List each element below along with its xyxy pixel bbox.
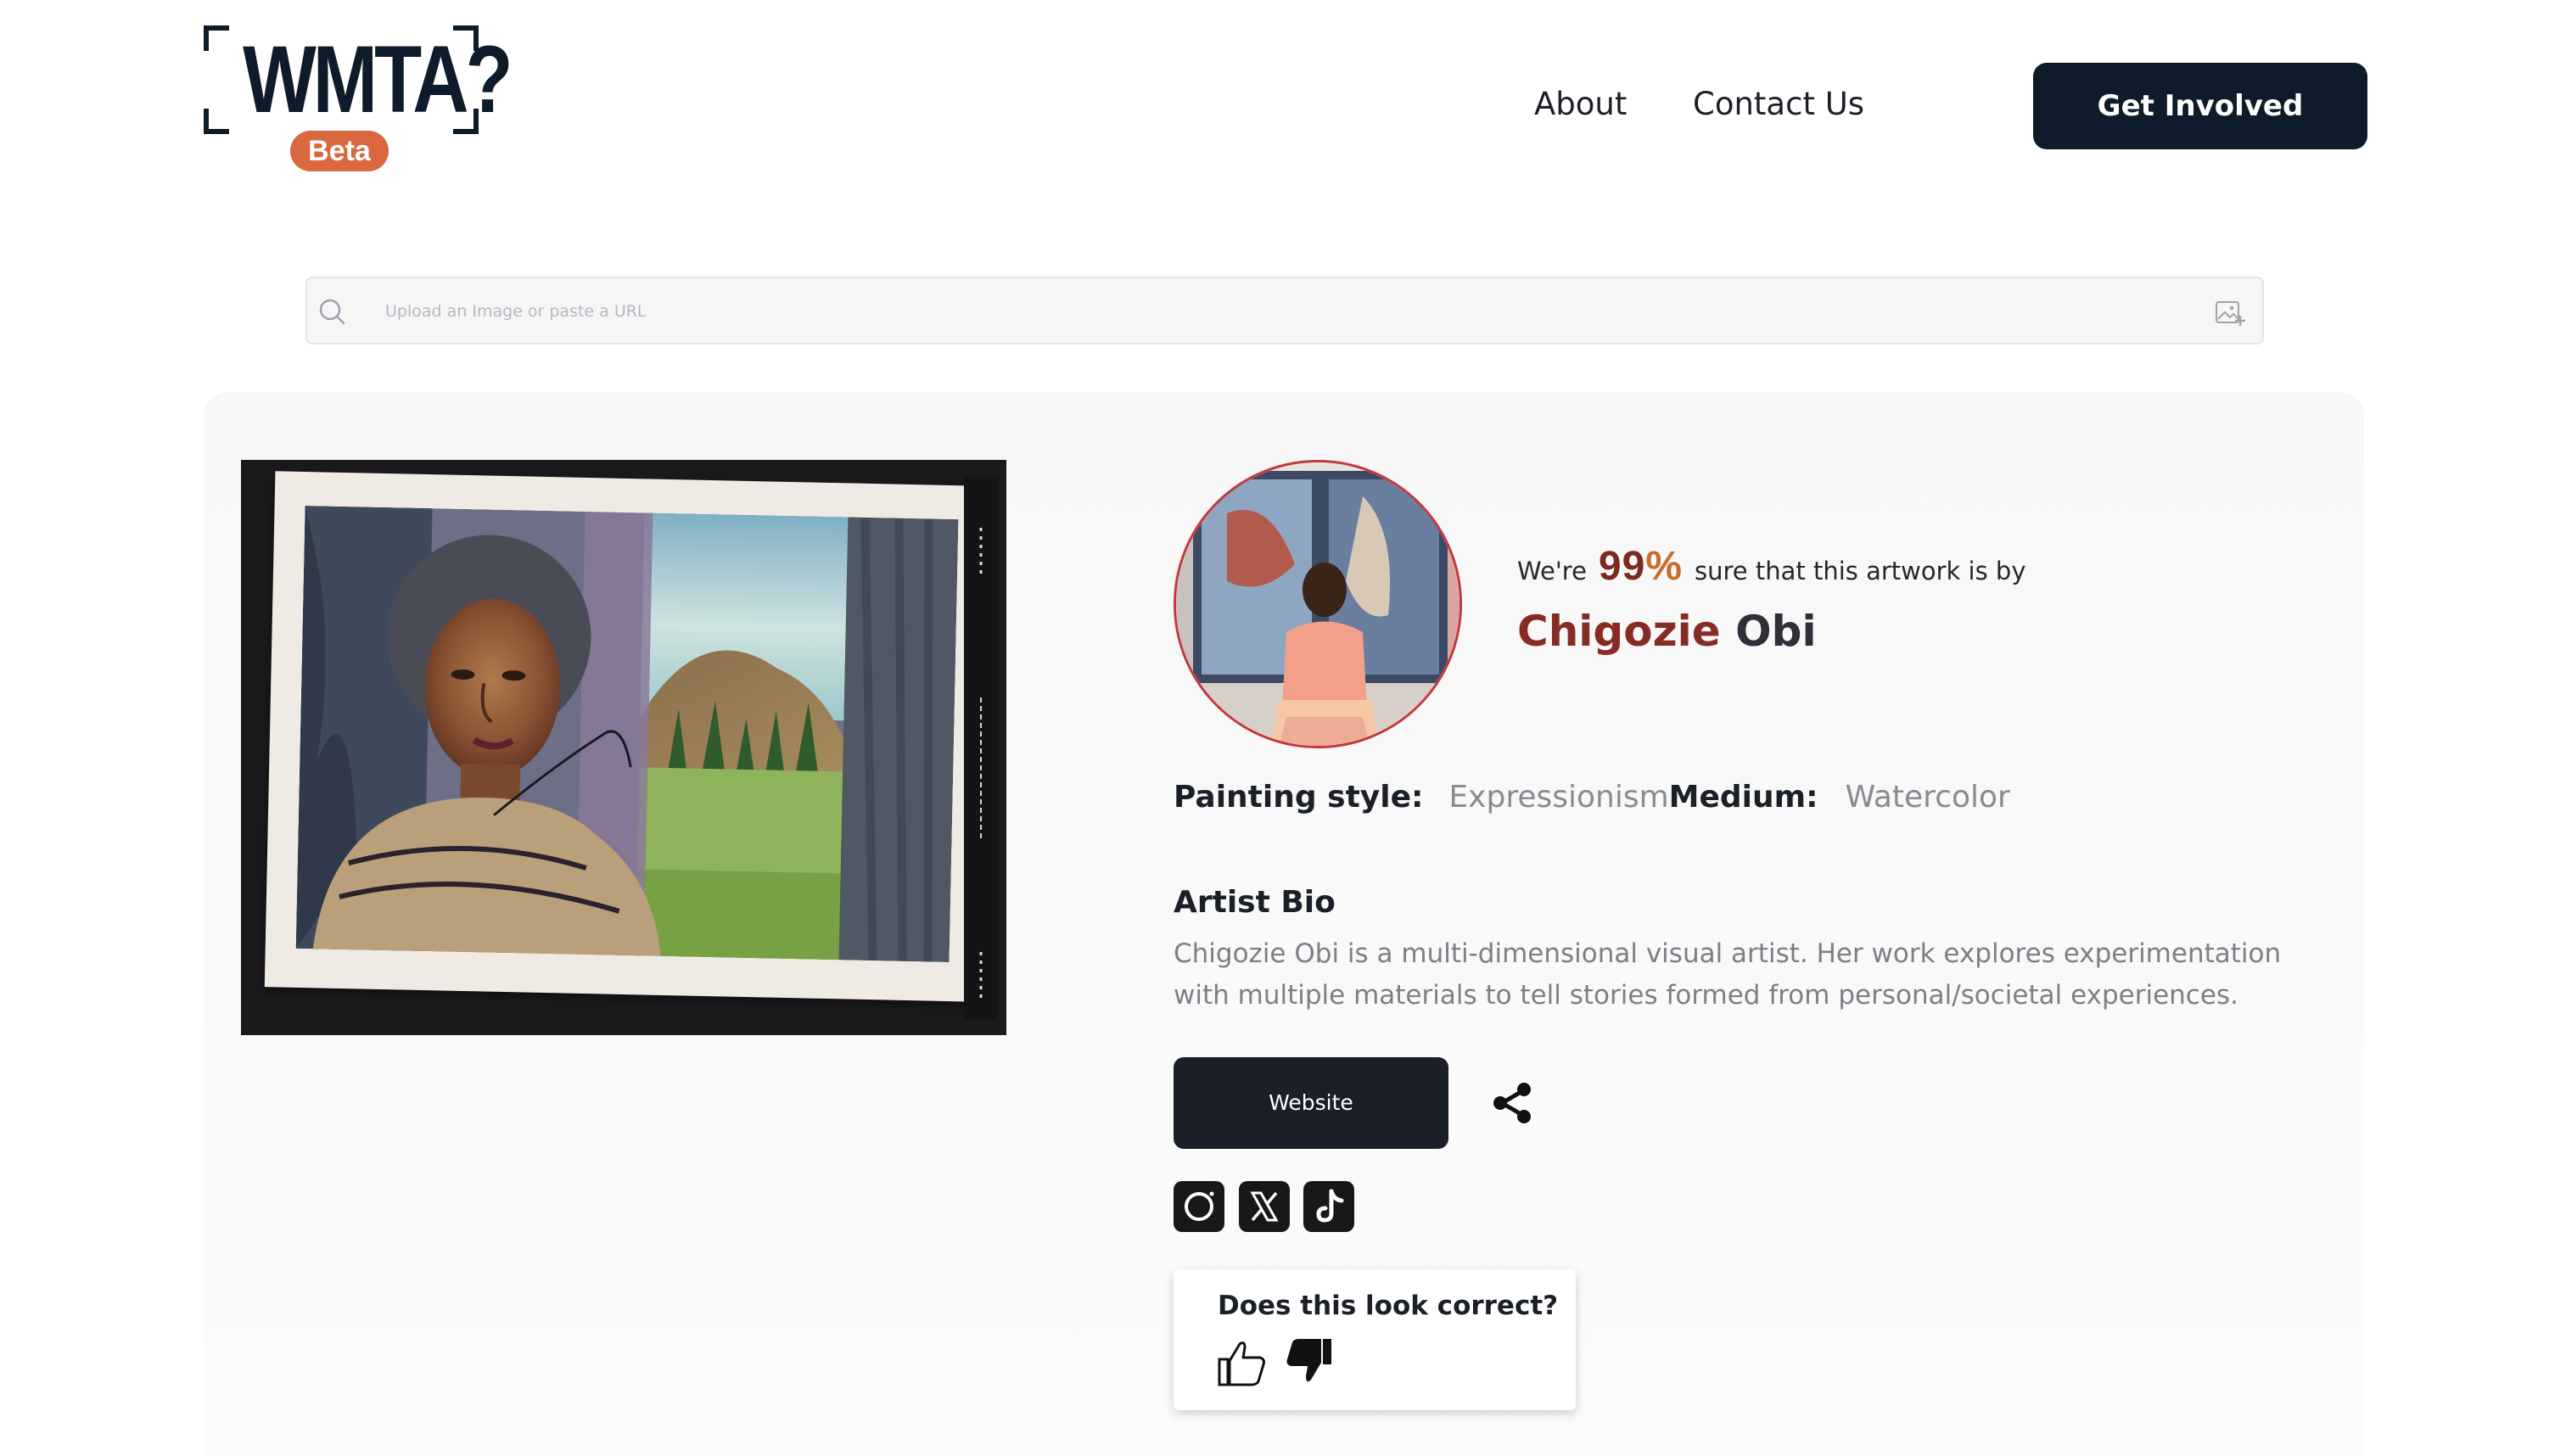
thumbs-up-icon[interactable] — [1216, 1336, 1269, 1388]
artist-name: Chigozie Obi — [1517, 604, 1817, 658]
logo-wordmark: WMTA? — [243, 26, 513, 132]
nav-contact-link[interactable]: Contact Us — [1693, 85, 1864, 124]
search-icon — [319, 299, 345, 325]
confidence-line: We're 99% sure that this artwork is by — [1517, 543, 2026, 590]
logo[interactable]: WMTA? Beta — [204, 25, 513, 176]
logo-corner — [204, 25, 229, 51]
artist-bio-text: Chigozie Obi is a multi-dimensional visu… — [1174, 938, 2282, 1011]
artwork-painting — [295, 506, 959, 963]
image-upload-icon[interactable] — [2215, 299, 2245, 328]
medium-value: Watercolor — [1845, 780, 2010, 815]
feedback-card: Does this look correct? — [1174, 1269, 1576, 1410]
artist-avatar — [1174, 460, 1462, 748]
share-icon[interactable] — [1490, 1081, 1534, 1125]
artwork-meta: Painting style: Expressionism Medium: Wa… — [1174, 777, 2010, 818]
confidence-percentage: 99% — [1599, 543, 1683, 590]
painting-style-value: Expressionism — [1448, 780, 1669, 815]
confidence-number: 99 — [1598, 544, 1646, 589]
confidence-suffix: sure that this artwork is by — [1695, 557, 2026, 585]
confidence-prefix: We're — [1517, 557, 1587, 585]
search-bar — [305, 277, 2264, 344]
book-spine-text — [964, 477, 998, 1020]
search-input[interactable] — [385, 292, 2082, 331]
artist-last-name: Obi — [1735, 607, 1817, 656]
x-icon[interactable] — [1239, 1181, 1290, 1232]
tiktok-icon[interactable] — [1303, 1181, 1354, 1232]
nav-about-link[interactable]: About — [1534, 85, 1627, 124]
website-button[interactable]: Website — [1174, 1057, 1448, 1149]
confidence-percent-sign: % — [1645, 544, 1683, 589]
thumbs-down-icon[interactable] — [1282, 1336, 1335, 1388]
artist-bio-title: Artist Bio — [1174, 885, 1336, 920]
get-involved-button[interactable]: Get Involved — [2033, 63, 2367, 149]
beta-badge: Beta — [290, 131, 389, 171]
painting-style-label: Painting style: — [1174, 780, 1424, 815]
medium-label: Medium: — [1668, 780, 1818, 815]
artwork-image — [241, 460, 1006, 1035]
artwork-paper — [264, 471, 989, 1002]
instagram-icon[interactable] — [1174, 1181, 1224, 1232]
feedback-question: Does this look correct? — [1218, 1291, 1559, 1321]
artist-first-name: Chigozie — [1517, 607, 1721, 656]
logo-corner — [204, 109, 229, 134]
